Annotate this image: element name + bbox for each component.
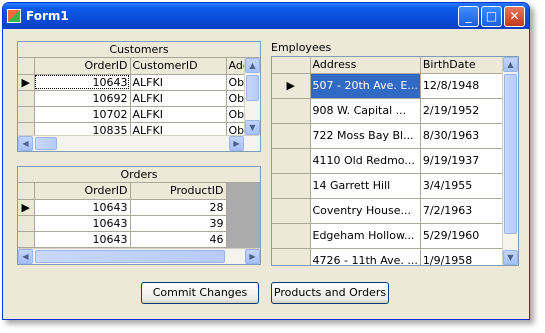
- cell[interactable]: 3/4/1955: [420, 173, 515, 199]
- cell[interactable]: 12/8/1948: [420, 73, 515, 99]
- cell[interactable]: 5/29/1960: [420, 223, 515, 249]
- table-row[interactable]: 908 W. Capital ... 2/19/1952: [272, 98, 515, 124]
- orders-caption: Orders: [18, 167, 260, 183]
- cell[interactable]: 10692: [34, 90, 131, 107]
- column-header-orderid[interactable]: OrderID: [34, 58, 131, 75]
- orders-grid[interactable]: Orders OrderID ProductID ▶ 10643 28 1064…: [17, 166, 261, 265]
- cell[interactable]: 7/2/1963: [420, 198, 515, 224]
- table-row[interactable]: 722 Moss Bay Bl... 8/30/1963: [272, 123, 515, 149]
- table-row[interactable]: 10643 39: [18, 215, 227, 232]
- corner-header: [18, 58, 35, 75]
- customers-horizontal-scrollbar[interactable]: ◀ ▶: [18, 135, 260, 151]
- row-header[interactable]: [272, 248, 311, 265]
- cell[interactable]: 4726 - 11th Ave. ...: [310, 248, 421, 265]
- cell[interactable]: Coventry House...: [310, 198, 421, 224]
- cell[interactable]: Edgeham Hollow...: [310, 223, 421, 249]
- cell[interactable]: 2/19/1952: [420, 98, 515, 124]
- scroll-thumb[interactable]: [504, 74, 517, 234]
- scroll-thumb[interactable]: [35, 137, 57, 150]
- row-indicator-icon: ▶: [18, 74, 35, 91]
- cell[interactable]: 908 W. Capital ...: [310, 98, 421, 124]
- orders-table: OrderID ProductID ▶ 10643 28 10643 39 10…: [18, 183, 227, 248]
- commit-changes-button[interactable]: Commit Changes: [141, 282, 259, 304]
- cell[interactable]: 39: [130, 215, 227, 232]
- column-header-address[interactable]: Address: [310, 57, 421, 74]
- row-header[interactable]: [272, 173, 311, 199]
- cell[interactable]: 10643: [34, 199, 131, 216]
- table-row[interactable]: 10643 46: [18, 231, 227, 248]
- table-row[interactable]: 10702 ALFKI Ob: [18, 106, 253, 123]
- title-bar[interactable]: Form1 _ □ ✕: [3, 3, 529, 29]
- table-row[interactable]: 14 Garrett Hill 3/4/1955: [272, 173, 515, 199]
- customers-table: OrderID CustomerID Add ▶ 10643 ALFKI Ob …: [18, 58, 253, 139]
- minimize-button[interactable]: _: [458, 5, 479, 27]
- employees-grid[interactable]: Address BirthDate ▶ 507 - 20th Ave. E...…: [271, 56, 519, 266]
- scroll-down-icon[interactable]: ▼: [503, 250, 518, 265]
- cell[interactable]: 14 Garrett Hill: [310, 173, 421, 199]
- column-header-customerid[interactable]: CustomerID: [130, 58, 227, 75]
- table-row[interactable]: ▶ 507 - 20th Ave. E... 12/8/1948: [272, 73, 515, 99]
- cell[interactable]: 10643: [34, 231, 131, 248]
- row-header[interactable]: [18, 90, 35, 107]
- cell[interactable]: 1/9/1958: [420, 248, 515, 265]
- corner-header: [18, 183, 35, 200]
- scroll-left-icon[interactable]: ◀: [18, 249, 33, 264]
- customers-grid[interactable]: Customers OrderID CustomerID Add ▶ 10643…: [17, 41, 261, 152]
- cell[interactable]: 10643: [34, 215, 131, 232]
- row-header[interactable]: [272, 98, 311, 124]
- cell[interactable]: ALFKI: [130, 90, 227, 107]
- cell[interactable]: 10702: [34, 106, 131, 123]
- row-header[interactable]: [272, 198, 311, 224]
- products-and-orders-button[interactable]: Products and Orders: [271, 282, 389, 304]
- cell[interactable]: ALFKI: [130, 74, 227, 91]
- customers-vertical-scrollbar[interactable]: ▲ ▼: [244, 58, 260, 135]
- cell[interactable]: 10643: [34, 74, 131, 91]
- employees-table: Address BirthDate ▶ 507 - 20th Ave. E...…: [272, 57, 515, 265]
- cell[interactable]: 8/30/1963: [420, 123, 515, 149]
- row-header[interactable]: [18, 215, 35, 232]
- corner-header: [272, 57, 311, 74]
- column-header-birthdate[interactable]: BirthDate: [420, 57, 515, 74]
- cell[interactable]: ALFKI: [130, 106, 227, 123]
- cell[interactable]: 722 Moss Bay Bl...: [310, 123, 421, 149]
- table-row[interactable]: Edgeham Hollow... 5/29/1960: [272, 223, 515, 249]
- window-title: Form1: [26, 9, 69, 23]
- cell[interactable]: 507 - 20th Ave. E...: [310, 73, 421, 99]
- scroll-up-icon[interactable]: ▲: [503, 57, 518, 72]
- scroll-right-icon[interactable]: ▶: [229, 136, 244, 151]
- scroll-thumb[interactable]: [35, 250, 225, 263]
- scroll-up-icon[interactable]: ▲: [245, 58, 260, 73]
- row-header[interactable]: [272, 123, 311, 149]
- orders-horizontal-scrollbar[interactable]: ◀ ▶: [18, 248, 260, 264]
- scroll-down-icon[interactable]: ▼: [245, 120, 260, 135]
- close-button[interactable]: ✕: [504, 5, 525, 27]
- table-row[interactable]: ▶ 10643 ALFKI Ob: [18, 74, 253, 91]
- row-indicator-icon: ▶: [272, 73, 311, 99]
- cell[interactable]: 28: [130, 199, 227, 216]
- cell[interactable]: 46: [130, 231, 227, 248]
- main-window: Form1 _ □ ✕ Customers OrderID CustomerID…: [2, 2, 530, 320]
- row-header[interactable]: [18, 106, 35, 123]
- table-row[interactable]: ▶ 10643 28: [18, 199, 227, 216]
- maximize-button[interactable]: □: [481, 5, 502, 27]
- customers-caption: Customers: [18, 42, 260, 58]
- table-row[interactable]: 4726 - 11th Ave. ... 1/9/1958: [272, 248, 515, 265]
- table-row[interactable]: 10692 ALFKI Ob: [18, 90, 253, 107]
- table-row[interactable]: Coventry House... 7/2/1963: [272, 198, 515, 224]
- row-header[interactable]: [272, 148, 311, 174]
- cell[interactable]: 4110 Old Redmo...: [310, 148, 421, 174]
- scroll-thumb[interactable]: [246, 75, 259, 101]
- scroll-left-icon[interactable]: ◀: [18, 136, 33, 151]
- row-header[interactable]: [272, 223, 311, 249]
- table-row[interactable]: 4110 Old Redmo... 9/19/1937: [272, 148, 515, 174]
- row-indicator-icon: ▶: [18, 199, 35, 216]
- column-header-orderid[interactable]: OrderID: [34, 183, 131, 200]
- row-header[interactable]: [18, 231, 35, 248]
- employees-vertical-scrollbar[interactable]: ▲ ▼: [502, 57, 518, 265]
- column-header-productid[interactable]: ProductID: [130, 183, 227, 200]
- employees-label: Employees: [271, 41, 332, 54]
- scroll-right-icon[interactable]: ▶: [245, 249, 260, 264]
- cell[interactable]: 9/19/1937: [420, 148, 515, 174]
- app-icon: [7, 9, 21, 23]
